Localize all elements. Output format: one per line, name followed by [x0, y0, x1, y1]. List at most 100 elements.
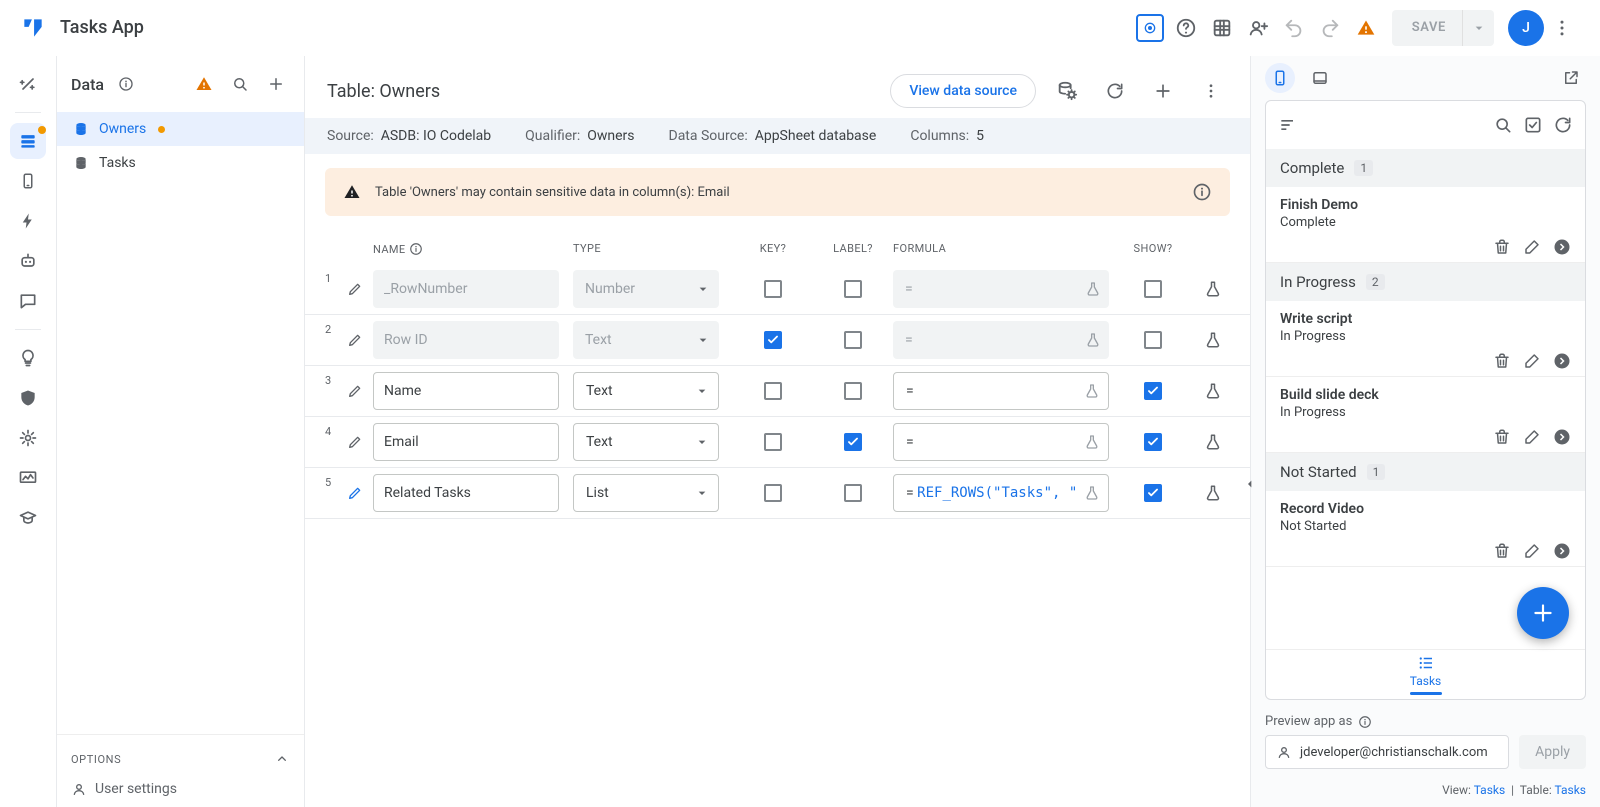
- table-tab[interactable]: Owners: [57, 112, 304, 146]
- search-icon[interactable]: [1493, 115, 1513, 135]
- open-preview[interactable]: [1556, 63, 1586, 93]
- table-tab[interactable]: Tasks: [57, 146, 304, 180]
- formula-input[interactable]: = REF_ROWS("Tasks", ": [893, 474, 1109, 512]
- edit-column-icon[interactable]: [347, 485, 373, 501]
- device-tablet[interactable]: [1305, 63, 1335, 93]
- bottom-nav-tasks[interactable]: Tasks: [1266, 649, 1585, 699]
- rail-security[interactable]: [10, 380, 46, 416]
- data-search-icon[interactable]: [226, 70, 254, 98]
- checkbox[interactable]: [844, 433, 862, 451]
- help-button[interactable]: [1168, 10, 1204, 46]
- checkbox[interactable]: [1144, 331, 1162, 349]
- column-type-select[interactable]: Number: [573, 270, 719, 308]
- preview-group-header[interactable]: In Progress2: [1266, 263, 1585, 301]
- edit-column-icon[interactable]: [347, 332, 373, 348]
- checkbox[interactable]: [1144, 433, 1162, 451]
- checkbox[interactable]: [844, 331, 862, 349]
- checkbox[interactable]: [764, 280, 782, 298]
- options-toggle[interactable]: OPTIONS: [71, 745, 290, 773]
- preview-group-header[interactable]: Not Started1: [1266, 453, 1585, 491]
- column-type-select[interactable]: Text: [573, 423, 719, 461]
- rail-chat[interactable]: [10, 283, 46, 319]
- undo-button[interactable]: [1276, 10, 1312, 46]
- column-name-input[interactable]: Name: [373, 372, 559, 410]
- test-column-icon[interactable]: [1183, 331, 1243, 349]
- column-type-select[interactable]: Text: [573, 372, 719, 410]
- blast-button[interactable]: [1132, 10, 1168, 46]
- rail-settings[interactable]: [10, 420, 46, 456]
- card-open-icon[interactable]: [1553, 428, 1571, 446]
- card-delete-icon[interactable]: [1493, 428, 1511, 446]
- formula-input[interactable]: =: [893, 372, 1109, 410]
- formula-input[interactable]: =: [893, 423, 1109, 461]
- preview-collapse-handle[interactable]: [1242, 476, 1258, 492]
- table-overflow-icon[interactable]: [1194, 74, 1228, 108]
- rail-views[interactable]: [10, 163, 46, 199]
- formula-input[interactable]: =: [893, 321, 1109, 359]
- overflow-menu[interactable]: [1544, 10, 1580, 46]
- table-refresh-icon[interactable]: [1098, 74, 1132, 108]
- checkbox[interactable]: [764, 433, 782, 451]
- rail-learn[interactable]: [10, 500, 46, 536]
- checkbox[interactable]: [1144, 280, 1162, 298]
- card-open-icon[interactable]: [1553, 352, 1571, 370]
- redo-button[interactable]: [1312, 10, 1348, 46]
- data-add-icon[interactable]: [262, 70, 290, 98]
- card-edit-icon[interactable]: [1523, 542, 1541, 560]
- rail-monitor[interactable]: [10, 460, 46, 496]
- preview-apply-button[interactable]: Apply: [1519, 735, 1586, 769]
- rail-actions[interactable]: [10, 203, 46, 239]
- checkbox[interactable]: [764, 331, 782, 349]
- checkbox[interactable]: [844, 484, 862, 502]
- checkbox[interactable]: [764, 484, 782, 502]
- column-name-input[interactable]: Email: [373, 423, 559, 461]
- grid-button[interactable]: [1204, 10, 1240, 46]
- preview-card[interactable]: Build slide deckIn Progress: [1266, 377, 1585, 453]
- sort-icon[interactable]: [1278, 115, 1298, 135]
- rail-bots[interactable]: [10, 243, 46, 279]
- save-button[interactable]: SAVE: [1392, 10, 1494, 46]
- rail-ideas[interactable]: [10, 340, 46, 376]
- warning-indicator[interactable]: [1348, 10, 1384, 46]
- test-column-icon[interactable]: [1183, 280, 1243, 298]
- refresh-icon[interactable]: [1553, 115, 1573, 135]
- card-open-icon[interactable]: [1553, 238, 1571, 256]
- checkbox[interactable]: [844, 382, 862, 400]
- checkbox[interactable]: [844, 280, 862, 298]
- preview-as-email[interactable]: jdeveloper@christianschalk.com: [1265, 735, 1509, 769]
- preview-card[interactable]: Finish DemoComplete: [1266, 187, 1585, 263]
- checkbox[interactable]: [1144, 484, 1162, 502]
- user-settings[interactable]: User settings: [71, 773, 290, 797]
- column-type-select[interactable]: List: [573, 474, 719, 512]
- footer-table-link[interactable]: Tasks: [1555, 783, 1587, 797]
- checkbox[interactable]: [1144, 382, 1162, 400]
- preview-card[interactable]: Write scriptIn Progress: [1266, 301, 1585, 377]
- test-column-icon[interactable]: [1183, 484, 1243, 502]
- warning-info-icon[interactable]: [1192, 182, 1212, 202]
- edit-column-icon[interactable]: [347, 383, 373, 399]
- edit-column-icon[interactable]: [347, 281, 373, 297]
- column-name-input[interactable]: _RowNumber: [373, 270, 559, 308]
- card-open-icon[interactable]: [1553, 542, 1571, 560]
- card-edit-icon[interactable]: [1523, 352, 1541, 370]
- preview-group-header[interactable]: Complete1: [1266, 149, 1585, 187]
- checkbox[interactable]: [764, 382, 782, 400]
- select-icon[interactable]: [1523, 115, 1543, 135]
- share-button[interactable]: [1240, 10, 1276, 46]
- formula-input[interactable]: =: [893, 270, 1109, 308]
- table-add-icon[interactable]: [1146, 74, 1180, 108]
- preview-card[interactable]: Record VideoNot Started: [1266, 491, 1585, 567]
- edit-column-icon[interactable]: [347, 434, 373, 450]
- avatar[interactable]: J: [1508, 10, 1544, 46]
- column-name-input[interactable]: Related Tasks: [373, 474, 559, 512]
- fab-add[interactable]: [1517, 587, 1569, 639]
- table-settings-icon[interactable]: [1050, 74, 1084, 108]
- rail-home[interactable]: [10, 66, 46, 102]
- column-name-input[interactable]: Row ID: [373, 321, 559, 359]
- data-warn-icon[interactable]: [190, 70, 218, 98]
- card-edit-icon[interactable]: [1523, 428, 1541, 446]
- card-delete-icon[interactable]: [1493, 542, 1511, 560]
- card-delete-icon[interactable]: [1493, 352, 1511, 370]
- data-info-icon[interactable]: [112, 70, 140, 98]
- rail-data[interactable]: [10, 123, 46, 159]
